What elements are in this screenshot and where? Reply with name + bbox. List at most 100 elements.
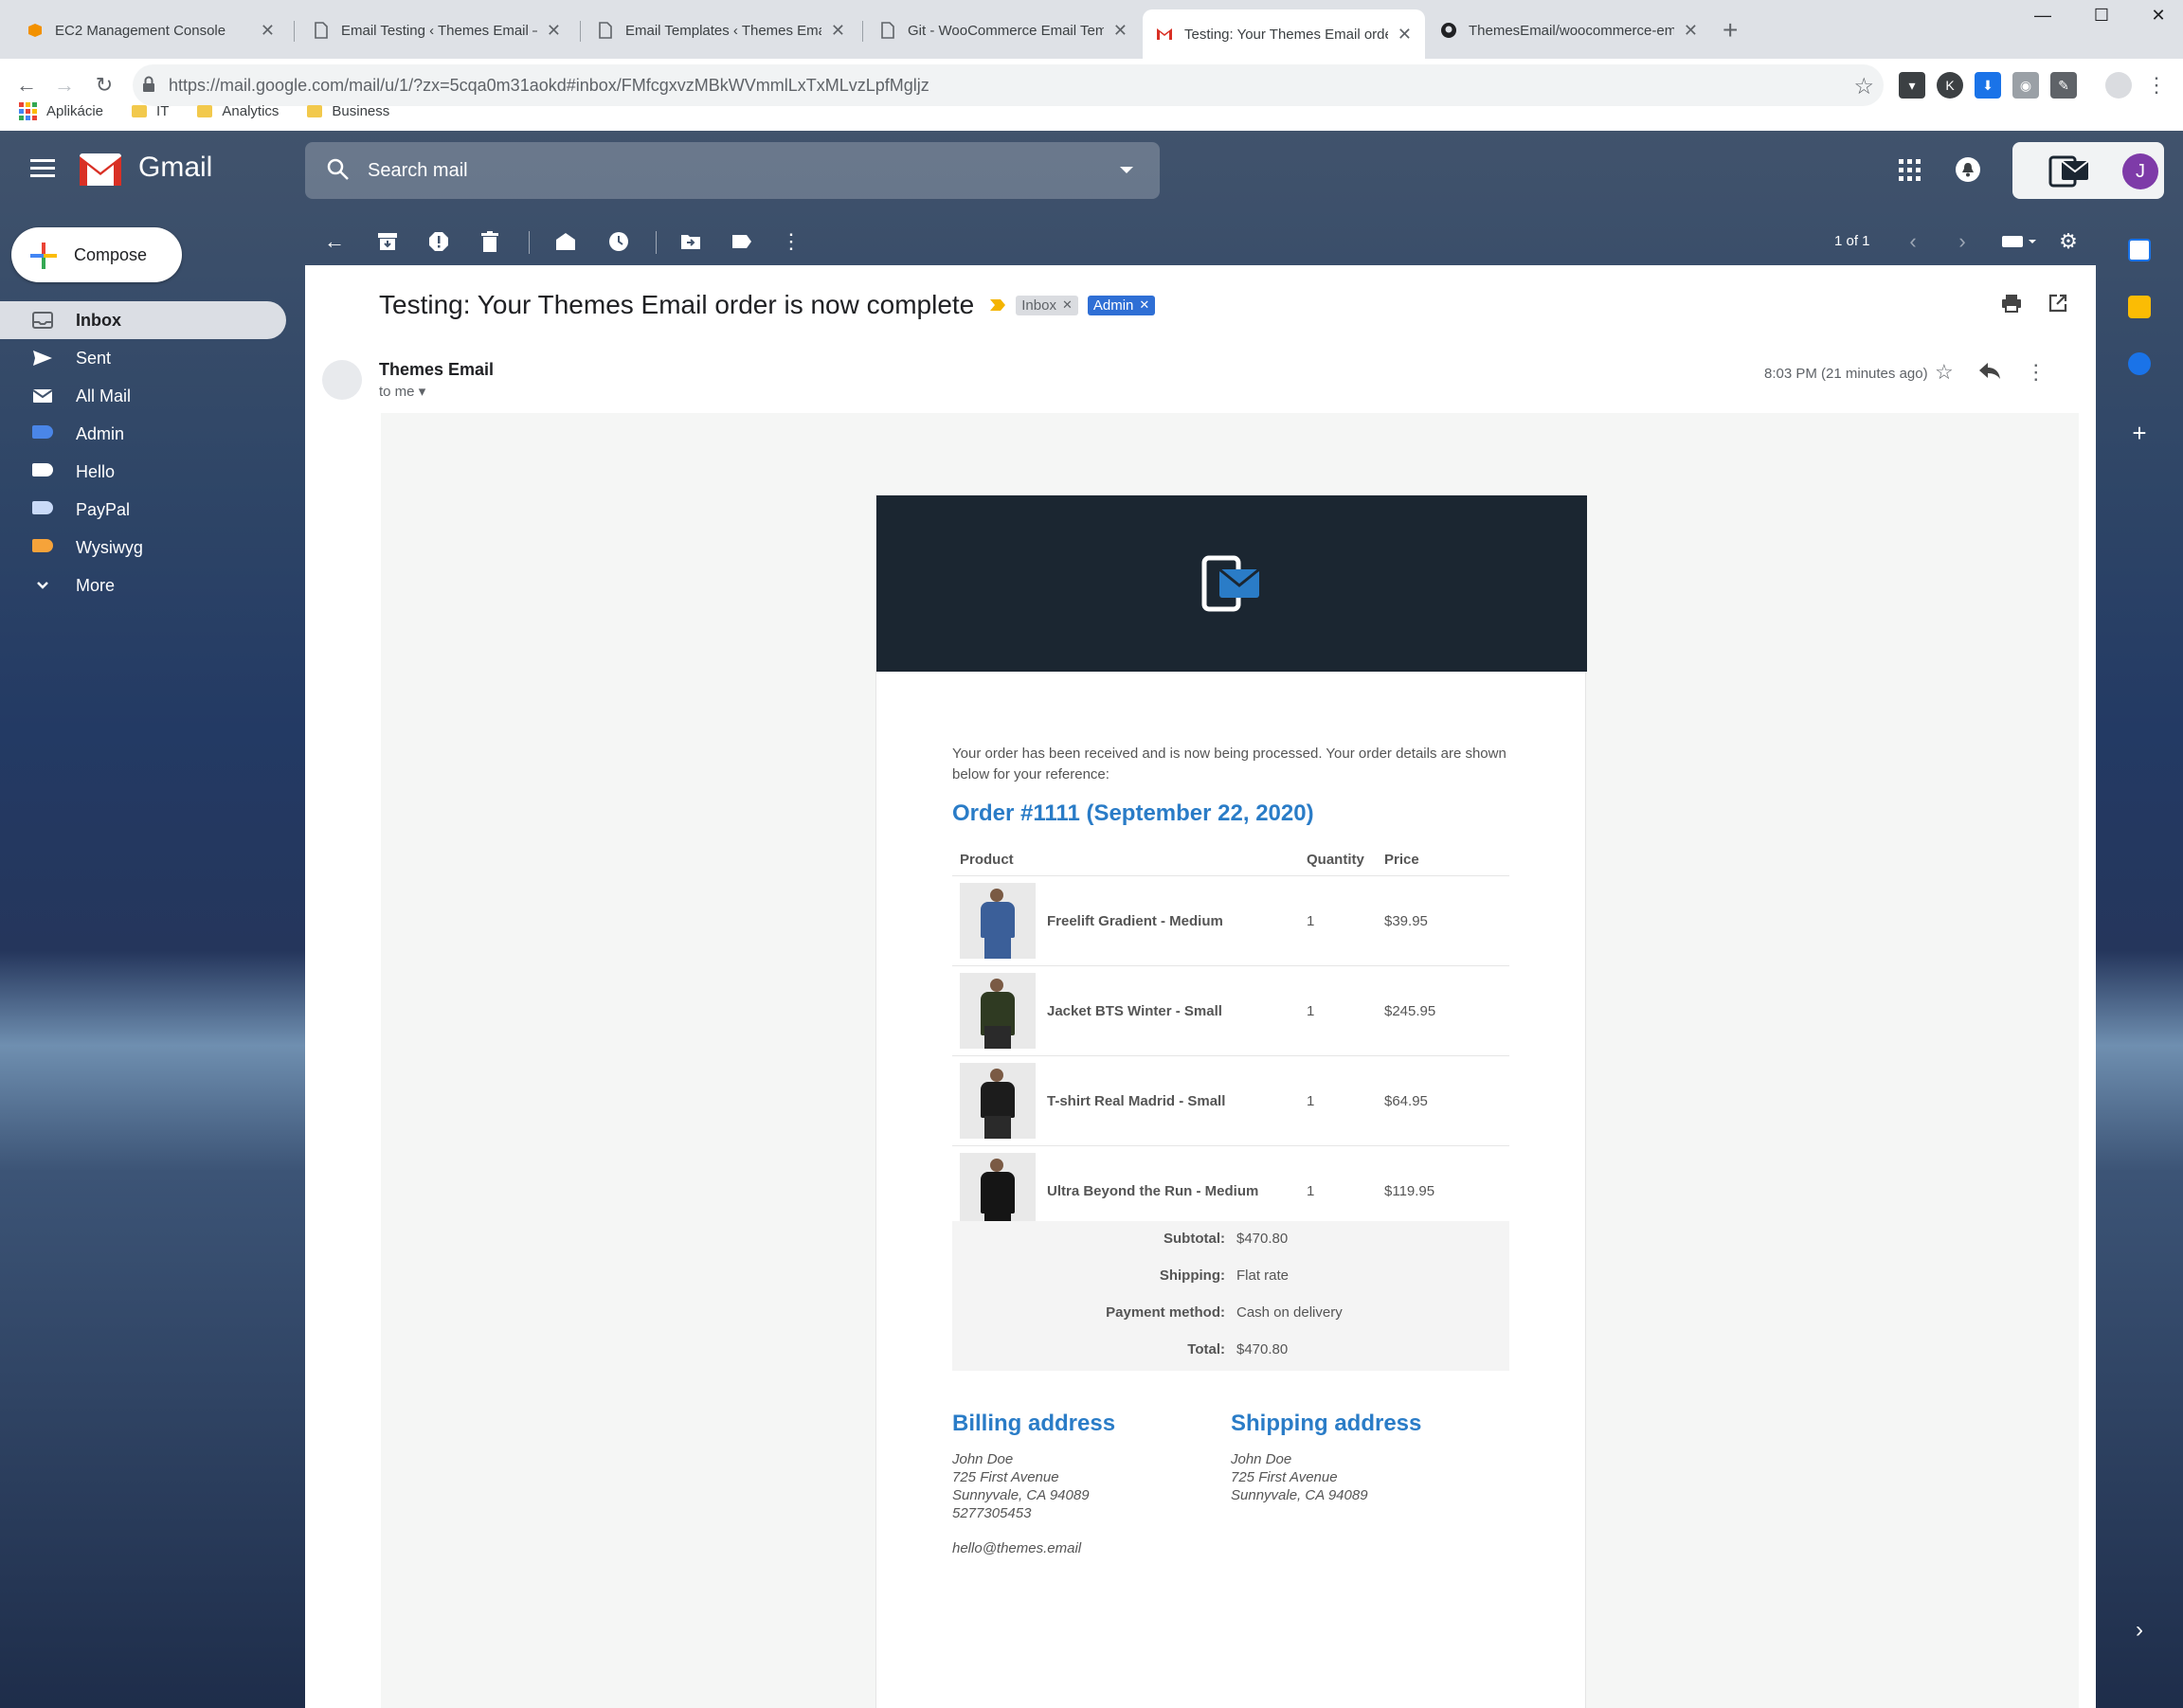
browser-tab-ec2[interactable]: EC2 Management Console ✕ (13, 11, 288, 49)
product-image (960, 883, 1036, 959)
column-header: Price (1377, 844, 1509, 876)
billing-email[interactable]: hello@themes.email (952, 1539, 1090, 1557)
tab-title: Git - WooCommerce Email Templ (908, 22, 1104, 39)
more-options-icon[interactable]: ⋮ (2026, 360, 2047, 385)
close-icon[interactable]: ✕ (547, 21, 561, 41)
message-toolbar: ← ⋮ 1 of 1 ‹ › ⚙ (305, 216, 2078, 267)
sender-avatar[interactable] (322, 360, 362, 400)
toolbar-divider (529, 231, 530, 254)
sidebar-item-label: Sent (76, 348, 112, 368)
compose-button[interactable]: Compose (11, 227, 182, 282)
open-new-window-icon[interactable] (2048, 294, 2067, 318)
shipping-address: John Doe 725 First Avenue Sunnyvale, CA … (1231, 1450, 1368, 1504)
close-icon[interactable]: ✕ (831, 21, 845, 41)
message-pane: Testing: Your Themes Email order is now … (305, 265, 2096, 1708)
bookmark-apps[interactable]: Aplikácie (19, 101, 103, 120)
close-icon[interactable]: ✕ (1398, 25, 1412, 45)
print-icon[interactable] (2001, 294, 2022, 318)
toolbar-divider (656, 231, 657, 254)
bookmark-it[interactable]: IT (132, 103, 169, 119)
minimize-button[interactable]: — (2024, 6, 2062, 26)
remove-label-icon[interactable]: ✕ (1062, 297, 1073, 313)
folder-icon (132, 104, 148, 117)
back-to-inbox-icon[interactable]: ← (322, 229, 347, 254)
sidebar-item-hello[interactable]: Hello (0, 453, 286, 491)
calendar-icon[interactable] (2128, 239, 2151, 261)
delete-icon[interactable] (478, 229, 502, 254)
sidebar-item-inbox[interactable]: Inbox (0, 301, 286, 339)
notifications-icon[interactable] (1956, 157, 1980, 182)
sender-name[interactable]: Themes Email (379, 360, 494, 380)
sidebar-item-sent[interactable]: Sent (0, 339, 286, 377)
new-tab-button[interactable]: + (1723, 15, 1738, 45)
sidebar-item-all-mail[interactable]: All Mail (0, 377, 286, 415)
mark-unread-icon[interactable] (553, 229, 578, 254)
table-header-row: Product Quantity Price (952, 844, 1509, 876)
sidebar-item-admin[interactable]: Admin (0, 415, 286, 453)
totals-row-subtotal: Subtotal: $470.80 (952, 1221, 1509, 1257)
address-line: Sunnyvale, CA 94089 (1231, 1487, 1368, 1503)
close-icon[interactable]: ✕ (1113, 21, 1128, 41)
sidebar-item-wysiwyg[interactable]: Wysiwyg (0, 529, 286, 566)
product-name: T-shirt Real Madrid - Small (1047, 1092, 1226, 1109)
google-apps-icon[interactable] (1899, 159, 1921, 181)
input-tools-icon[interactable] (1997, 229, 2045, 254)
report-spam-icon[interactable] (426, 229, 451, 254)
close-icon[interactable]: ✕ (1684, 21, 1698, 41)
bookmark-analytics[interactable]: Analytics (197, 103, 279, 119)
search-icon (327, 158, 349, 180)
themes-email-logo-icon (1201, 555, 1260, 612)
archive-icon[interactable] (375, 229, 400, 254)
keep-icon[interactable] (2128, 296, 2151, 318)
browser-tab-email-testing[interactable]: Email Testing ‹ Themes Email — W ✕ (299, 11, 574, 49)
more-actions-icon[interactable]: ⋮ (779, 229, 803, 254)
recipient-details[interactable]: to me ▾ (379, 383, 425, 400)
address-line: 725 First Avenue (1231, 1469, 1338, 1485)
order-intro-text: Your order has been received and is now … (952, 746, 1506, 782)
message-time: 8:03 PM (21 minutes ago) (1764, 366, 1928, 382)
recipient-text: to me (379, 384, 415, 400)
email-body: Your order has been received and is now … (381, 413, 2079, 1708)
sidebar-item-more[interactable]: More (0, 566, 286, 604)
add-addon-icon[interactable]: + (2128, 421, 2151, 445)
compose-plus-icon (30, 243, 57, 269)
label-chip-inbox[interactable]: Inbox ✕ (1016, 295, 1078, 315)
browser-tab-github[interactable]: ThemesEmail/woocommerce-em ✕ (1427, 11, 1711, 49)
totals-label: Shipping: (1159, 1268, 1225, 1284)
lock-icon (143, 76, 154, 92)
chip-text: Admin (1092, 297, 1134, 314)
totals-label: Subtotal: (1164, 1231, 1225, 1247)
reply-icon[interactable] (1978, 360, 2001, 385)
remove-label-icon[interactable]: ✕ (1139, 297, 1149, 313)
totals-label: Payment method: (1106, 1304, 1225, 1321)
sidebar-item-paypal[interactable]: PayPal (0, 491, 286, 529)
tab-divider (294, 21, 295, 42)
settings-gear-icon[interactable]: ⚙ (2056, 229, 2081, 254)
maximize-button[interactable]: ☐ (2083, 6, 2120, 26)
search-input[interactable]: Search mail (305, 142, 1160, 199)
label-chip-admin[interactable]: Admin ✕ (1087, 295, 1156, 315)
close-icon[interactable]: ✕ (261, 21, 275, 41)
search-options-icon[interactable] (1120, 167, 1133, 173)
account-brand-box[interactable]: J (2012, 142, 2164, 199)
star-icon[interactable]: ☆ (1935, 360, 1954, 385)
snooze-icon[interactable] (606, 229, 631, 254)
caret-down-icon[interactable]: ▾ (419, 384, 426, 400)
browser-tab-email-templates[interactable]: Email Templates ‹ Themes Email – ✕ (584, 11, 858, 49)
bookmark-business[interactable]: Business (307, 103, 389, 119)
browser-tab-gmail[interactable]: Testing: Your Themes Email orde ✕ (1143, 9, 1425, 59)
tasks-icon[interactable] (2128, 352, 2151, 375)
product-name: Ultra Beyond the Run - Medium (1047, 1182, 1259, 1199)
browser-tab-git[interactable]: Git - WooCommerce Email Templ ✕ (866, 11, 1141, 49)
avatar[interactable]: J (2122, 153, 2158, 189)
move-to-icon[interactable] (678, 229, 703, 254)
window-close-button[interactable]: ✕ (2139, 6, 2177, 26)
page-icon (313, 22, 330, 39)
main-menu-icon[interactable] (30, 159, 55, 182)
older-icon[interactable]: › (1950, 229, 1975, 254)
expand-panel-icon[interactable]: › (2128, 1619, 2151, 1643)
importance-marker-icon[interactable] (989, 298, 1006, 312)
newer-icon[interactable]: ‹ (1901, 229, 1925, 254)
label-icon (32, 463, 53, 480)
labels-icon[interactable] (730, 229, 754, 254)
